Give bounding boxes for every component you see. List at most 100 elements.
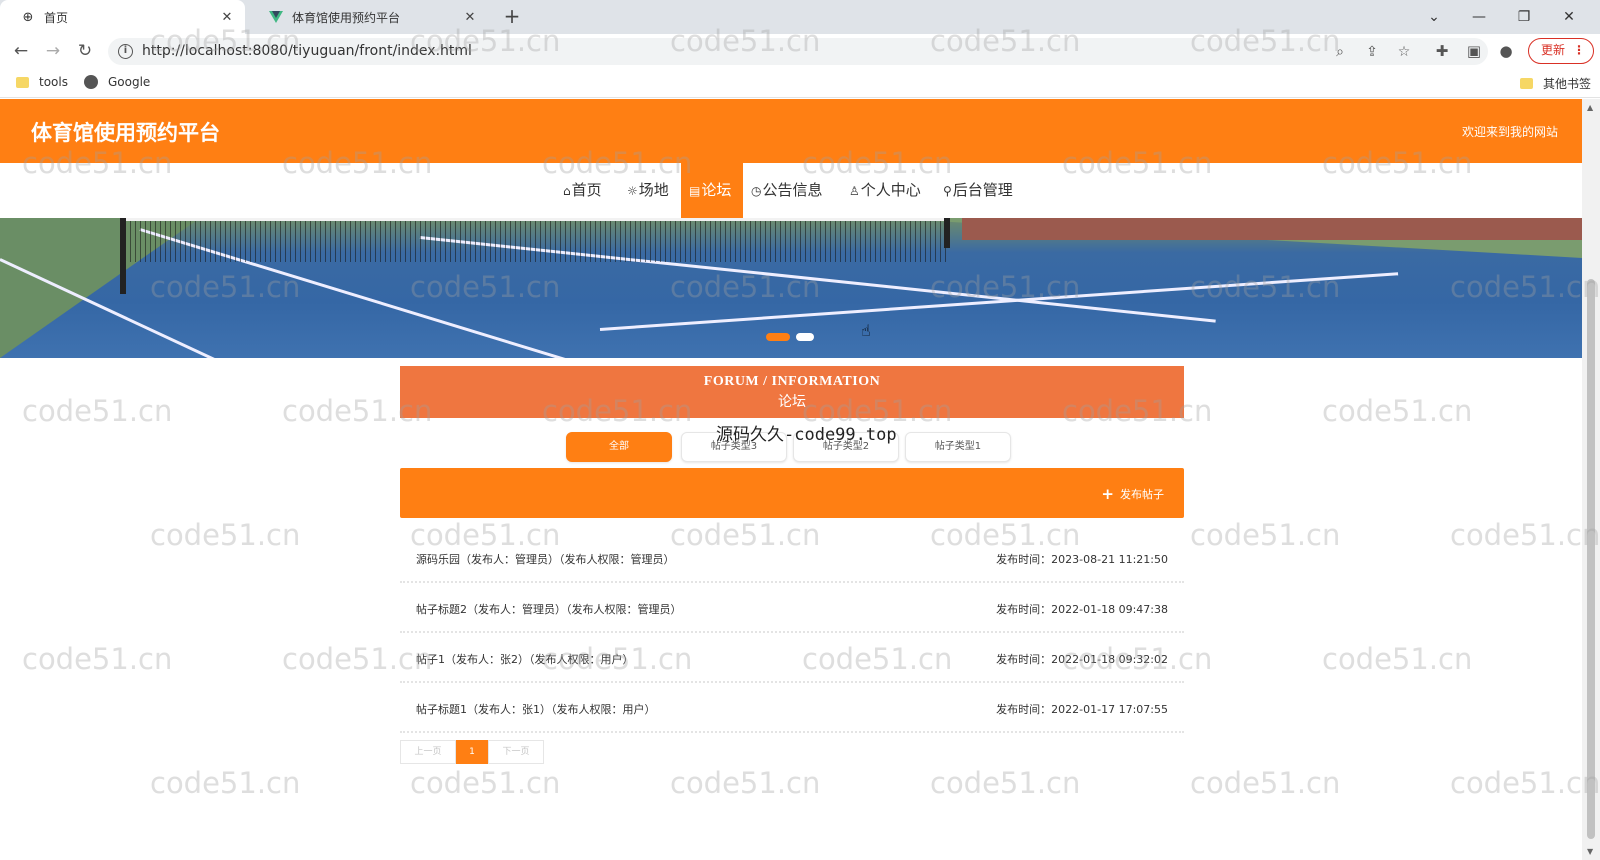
minimize-icon[interactable]: — <box>1467 5 1491 29</box>
address-bar[interactable]: i http://localhost:8080/tiyuguan/front/i… <box>108 38 1488 65</box>
scrollbar-thumb[interactable] <box>1587 279 1595 839</box>
section-title-cn: 论坛 <box>778 394 806 410</box>
publish-post-button[interactable]: + 发布帖子 <box>1101 485 1164 503</box>
publish-label: 发布帖子 <box>1120 488 1164 501</box>
bookmarks-bar: tools Google 其他书签 <box>0 68 1600 98</box>
other-bookmarks[interactable]: 其他书签 <box>1520 75 1591 92</box>
scroll-down-icon[interactable]: ▼ <box>1587 847 1593 856</box>
zoom-icon[interactable]: ⌕ <box>1330 42 1350 62</box>
post-title[interactable]: 帖子标题1（发布人：张1）（发布人权限：用户） <box>416 701 656 717</box>
post-time: 发布时间：2022-01-18 09:32:02 <box>996 653 1168 666</box>
url-text[interactable]: http://localhost:8080/tiyuguan/front/ind… <box>142 43 472 59</box>
close-icon[interactable]: ✕ <box>462 10 478 25</box>
folder-icon <box>16 76 29 88</box>
back-arrow-icon[interactable]: ← <box>10 40 32 62</box>
net-post <box>944 218 950 248</box>
list-item[interactable]: 帖子标题2（发布人：管理员）（发布人权限：管理员） 发布时间：2022-01-1… <box>400 583 1184 633</box>
carousel-dot[interactable] <box>796 333 814 341</box>
carousel-indicators <box>766 333 814 341</box>
page-number-button[interactable]: 1 <box>456 740 488 764</box>
pagination: 上一页 1 下一页 <box>400 740 544 764</box>
tab-title: 体育馆使用预约平台 <box>292 10 401 25</box>
main-nav: ⌂首页 ☼场地 ▤论坛 ◷公告信息 ♙个人中心 ⚲后台管理 <box>0 163 1582 218</box>
star-icon[interactable]: ☆ <box>1394 42 1414 62</box>
nav-item-personal-center[interactable]: ♙个人中心 <box>841 163 929 218</box>
user-icon: ♙ <box>849 184 860 198</box>
site-header: 体育馆使用预约平台 欢迎来到我的网站 <box>0 99 1582 163</box>
hero-carousel[interactable] <box>0 218 1582 358</box>
share-icon[interactable]: ⇪ <box>1362 42 1382 62</box>
carousel-dot[interactable] <box>766 333 790 341</box>
browser-tab-home[interactable]: ⊕ 首页 ✕ <box>0 0 245 34</box>
extensions-icon[interactable]: ✚ <box>1431 40 1453 62</box>
post-time: 发布时间：2022-01-17 17:07:55 <box>996 703 1168 716</box>
list-item[interactable]: 帖子1（发布人：张2）（发布人权限：用户） 发布时间：2022-01-18 09… <box>400 633 1184 683</box>
nav-label: 后台管理 <box>952 181 1013 199</box>
list-item[interactable]: 源码乐园（发布人：管理员）（发布人权限：管理员） 发布时间：2023-08-21… <box>400 533 1184 583</box>
overlay-watermark-text: 源码久久-code99.top <box>716 425 897 445</box>
nav-label: 首页 <box>571 181 602 199</box>
nav-item-venue[interactable]: ☼场地 <box>619 163 677 218</box>
bookmark-label: tools <box>39 75 68 89</box>
bookmark-tools[interactable]: tools <box>16 75 68 89</box>
next-page-button[interactable]: 下一页 <box>488 740 544 764</box>
nav-label: 论坛 <box>701 181 732 199</box>
close-icon[interactable]: ✕ <box>219 10 235 25</box>
browser-toolbar: ← → ↻ i http://localhost:8080/tiyuguan/f… <box>0 34 1600 68</box>
venue-icon: ☼ <box>627 184 638 198</box>
bookmark-label: Google <box>108 75 151 89</box>
nav-item-forum[interactable]: ▤论坛 <box>681 163 743 218</box>
nav-label: 公告信息 <box>762 181 823 199</box>
type-tab-1[interactable]: 帖子类型1 <box>905 432 1011 462</box>
browser-tab-platform[interactable]: 体育馆使用预约平台 ✕ <box>248 0 488 34</box>
site-title: 体育馆使用预约平台 <box>31 121 220 145</box>
court-line <box>599 272 1399 331</box>
profile-icon[interactable]: ● <box>1495 40 1517 62</box>
link-icon: ⚲ <box>943 184 952 198</box>
welcome-text: 欢迎来到我的网站 <box>1461 125 1558 139</box>
scroll-up-icon[interactable]: ▲ <box>1587 103 1593 112</box>
bookmark-label: 其他书签 <box>1543 77 1592 91</box>
forward-arrow-icon[interactable]: → <box>42 40 64 62</box>
home-icon: ⌂ <box>563 184 571 198</box>
post-title[interactable]: 源码乐园（发布人：管理员）（发布人权限：管理员） <box>416 551 675 567</box>
nav-item-announcements[interactable]: ◷公告信息 <box>743 163 831 218</box>
more-menu-icon[interactable]: ⋮ <box>1573 39 1585 62</box>
mouse-cursor-icon: ☝ <box>861 321 871 340</box>
plus-icon: + <box>1101 485 1114 503</box>
tennis-net <box>120 218 950 262</box>
tab-title: 首页 <box>44 10 69 25</box>
announcement-icon: ◷ <box>751 184 762 198</box>
bookmark-google[interactable]: Google <box>84 75 150 89</box>
court-fence <box>962 218 1582 240</box>
browser-tab-strip: ⊕ 首页 ✕ 体育馆使用预约平台 ✕ + ⌄ — ❐ ✕ <box>0 0 1600 34</box>
info-icon[interactable]: i <box>118 44 133 59</box>
tab-search-chevron-icon[interactable]: ⌄ <box>1422 5 1446 29</box>
reload-icon[interactable]: ↻ <box>74 40 96 62</box>
page-scrollbar[interactable]: ▲ ▼ <box>1582 99 1600 860</box>
prev-page-button[interactable]: 上一页 <box>400 740 456 764</box>
post-time: 发布时间：2023-08-21 11:21:50 <box>996 553 1168 566</box>
nav-item-home[interactable]: ⌂首页 <box>555 163 610 218</box>
post-title[interactable]: 帖子标题2（发布人：管理员）（发布人权限：管理员） <box>416 601 682 617</box>
post-title[interactable]: 帖子1（发布人：张2）（发布人权限：用户） <box>416 651 634 667</box>
list-item[interactable]: 帖子标题1（发布人：张1）（发布人权限：用户） 发布时间：2022-01-17 … <box>400 683 1184 733</box>
window-close-icon[interactable]: ✕ <box>1557 5 1581 29</box>
new-tab-button[interactable]: + <box>500 5 524 29</box>
forum-action-bar: + 发布帖子 <box>400 468 1184 518</box>
section-header: FORUM / INFORMATION 论坛 <box>400 366 1184 418</box>
post-list: 源码乐园（发布人：管理员）（发布人权限：管理员） 发布时间：2023-08-21… <box>400 533 1184 733</box>
forum-icon: ▤ <box>689 184 701 198</box>
net-post <box>120 218 126 294</box>
restore-icon[interactable]: ❐ <box>1512 5 1536 29</box>
update-label: 更新 <box>1541 43 1566 57</box>
nav-label: 场地 <box>638 181 669 199</box>
nav-item-admin[interactable]: ⚲后台管理 <box>935 163 1021 218</box>
type-tab-all[interactable]: 全部 <box>566 432 672 462</box>
post-time: 发布时间：2022-01-18 09:47:38 <box>996 603 1168 616</box>
side-panel-icon[interactable]: ▣ <box>1463 40 1485 62</box>
folder-icon <box>1520 78 1533 89</box>
nav-label: 个人中心 <box>860 181 921 199</box>
update-button[interactable]: 更新 ⋮ <box>1528 38 1594 64</box>
section-title-en: FORUM / INFORMATION <box>703 374 881 389</box>
